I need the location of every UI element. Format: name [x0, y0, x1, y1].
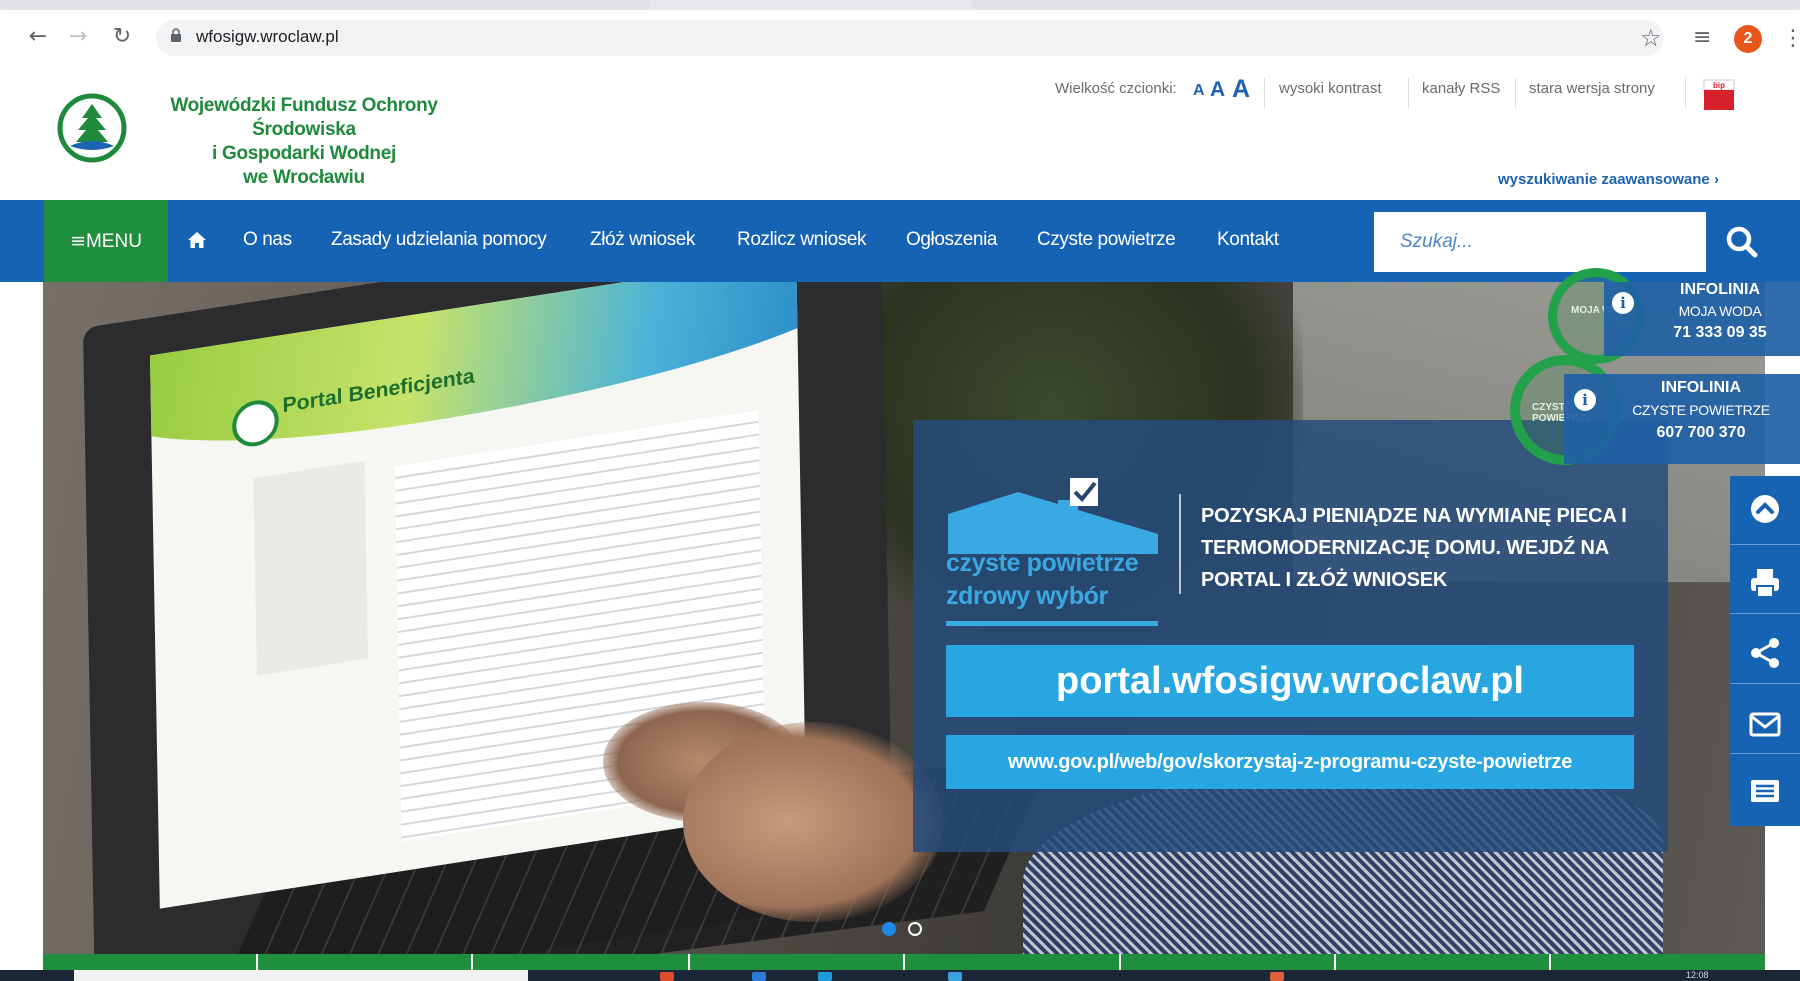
- divider: [688, 954, 690, 970]
- divider: [1685, 78, 1686, 108]
- old-version-link[interactable]: stara wersja strony: [1529, 80, 1655, 97]
- nav-item-zasady[interactable]: Zasady udzielania pomocy: [331, 229, 547, 251]
- portal-link-button[interactable]: portal.wfosigw.wroclaw.pl: [946, 645, 1634, 717]
- browser-tab[interactable]: [0, 0, 650, 10]
- print-icon[interactable]: [1748, 566, 1782, 600]
- taskbar-clock: 12:08: [1686, 970, 1709, 980]
- hamburger-icon: ≡: [70, 230, 86, 252]
- program-name-line2: zdrowy wybór: [946, 582, 1108, 610]
- divider: [1515, 78, 1516, 108]
- high-contrast-link[interactable]: wysoki kontrast: [1279, 80, 1382, 97]
- font-size-large-button[interactable]: A: [1232, 75, 1250, 104]
- czyste-powietrze-house-icon: [948, 478, 1158, 554]
- infolinia-phone[interactable]: 71 333 09 35: [1640, 324, 1800, 342]
- gov-link-button[interactable]: www.gov.pl/web/gov/skorzystaj-z-programu…: [946, 735, 1634, 789]
- chevron-right-icon: ›: [1713, 171, 1719, 188]
- divider: [903, 954, 905, 970]
- infolinia-title: INFOLINIA: [1661, 379, 1741, 396]
- info-icon: i: [1574, 389, 1596, 411]
- nav-item-kontakt[interactable]: Kontakt: [1217, 229, 1279, 251]
- divider: [1730, 753, 1800, 754]
- taskbar-app-icon[interactable]: [948, 972, 962, 981]
- search-input[interactable]: [1374, 212, 1706, 272]
- logo-line: i Gospodarki Wodnej: [212, 143, 396, 164]
- hero-headline: POZYSKAJ PIENIĄDZE NA WYMIANĘ PIECA I TE…: [1201, 505, 1627, 591]
- star-icon[interactable]: ☆: [1640, 24, 1662, 52]
- taskbar-app-icon[interactable]: [818, 972, 832, 981]
- reload-icon[interactable]: ↻: [110, 25, 134, 49]
- taskbar-search[interactable]: [74, 970, 528, 981]
- address-bar[interactable]: [156, 20, 1664, 56]
- font-size-small-button[interactable]: A: [1193, 82, 1205, 100]
- divider: [1549, 954, 1551, 970]
- forward-icon[interactable]: →: [66, 25, 90, 49]
- infolinia-phone[interactable]: 607 700 370: [1612, 424, 1790, 442]
- logo-icon[interactable]: [56, 92, 128, 164]
- divider: [256, 954, 258, 970]
- scroll-top-icon[interactable]: [1748, 492, 1782, 526]
- browser-tab[interactable]: [972, 0, 1800, 10]
- hand-image: [683, 722, 943, 922]
- divider: [1334, 954, 1336, 970]
- menu-kebab-icon[interactable]: ⋮: [1782, 26, 1800, 51]
- divider: [1408, 78, 1409, 108]
- advanced-search-label: wyszukiwanie zaawansowane: [1498, 171, 1710, 188]
- home-icon[interactable]: [187, 230, 207, 250]
- list-icon[interactable]: [1748, 774, 1782, 808]
- program-name-line1: czyste powietrze: [946, 549, 1139, 577]
- nav-item-zloz-wniosek[interactable]: Złóż wniosek: [590, 229, 695, 251]
- back-icon[interactable]: ←: [26, 25, 50, 49]
- divider: [1730, 683, 1800, 684]
- advanced-search-link[interactable]: wyszukiwanie zaawansowane ›: [1498, 171, 1719, 188]
- divider: [1730, 613, 1800, 614]
- taskbar-app-icon[interactable]: [752, 972, 766, 981]
- share-icon[interactable]: [1748, 636, 1782, 670]
- nav-item-ogloszenia[interactable]: Ogłoszenia: [906, 229, 997, 251]
- infolinia-subtitle: CZYSTE POWIETRZE: [1632, 402, 1770, 418]
- menu-button[interactable]: ≡MENU: [44, 200, 168, 282]
- logo-line: we Wrocławiu: [243, 167, 365, 188]
- divider: [1119, 954, 1121, 970]
- search-icon[interactable]: [1722, 222, 1762, 262]
- menu-label: MENU: [85, 231, 142, 252]
- nav-item-o-nas[interactable]: O nas: [243, 229, 292, 251]
- infolinia-subtitle: MOJA WODA: [1678, 303, 1762, 319]
- nav-item-czyste-powietrze[interactable]: Czyste powietrze: [1037, 229, 1176, 251]
- font-size-label: Wielkość czcionki:: [1055, 80, 1177, 97]
- extension-icon[interactable]: ≡: [1693, 25, 1711, 50]
- mail-icon[interactable]: [1748, 707, 1782, 741]
- divider: [1730, 544, 1800, 545]
- logo-line: Wojewódzki Fundusz Ochrony Środowiska: [170, 95, 438, 140]
- bip-icon[interactable]: bip: [1702, 78, 1736, 114]
- profile-avatar[interactable]: 2: [1734, 25, 1762, 53]
- infolinia-title: INFOLINIA: [1680, 281, 1760, 298]
- nav-item-rozlicz-wniosek[interactable]: Rozlicz wniosek: [737, 229, 867, 251]
- divider: [471, 954, 473, 970]
- logo-text[interactable]: Wojewódzki Fundusz Ochrony Środowiska i …: [134, 94, 474, 190]
- screen-sidebar: [253, 460, 368, 676]
- lock-icon: [171, 28, 181, 42]
- program-underline: [946, 621, 1158, 626]
- font-size-medium-button[interactable]: A: [1210, 78, 1225, 102]
- divider: [1264, 78, 1265, 108]
- taskbar-app-icon[interactable]: [1270, 972, 1284, 981]
- url-text[interactable]: wfosigw.wroclaw.pl: [196, 27, 339, 47]
- bip-label: bip: [1713, 81, 1725, 90]
- divider: [1179, 494, 1181, 594]
- rss-link[interactable]: kanały RSS: [1422, 80, 1500, 97]
- slider-dot-active[interactable]: [882, 922, 896, 936]
- info-icon: i: [1612, 292, 1634, 314]
- taskbar-app-icon[interactable]: [660, 972, 674, 981]
- slider-dot[interactable]: [908, 922, 922, 936]
